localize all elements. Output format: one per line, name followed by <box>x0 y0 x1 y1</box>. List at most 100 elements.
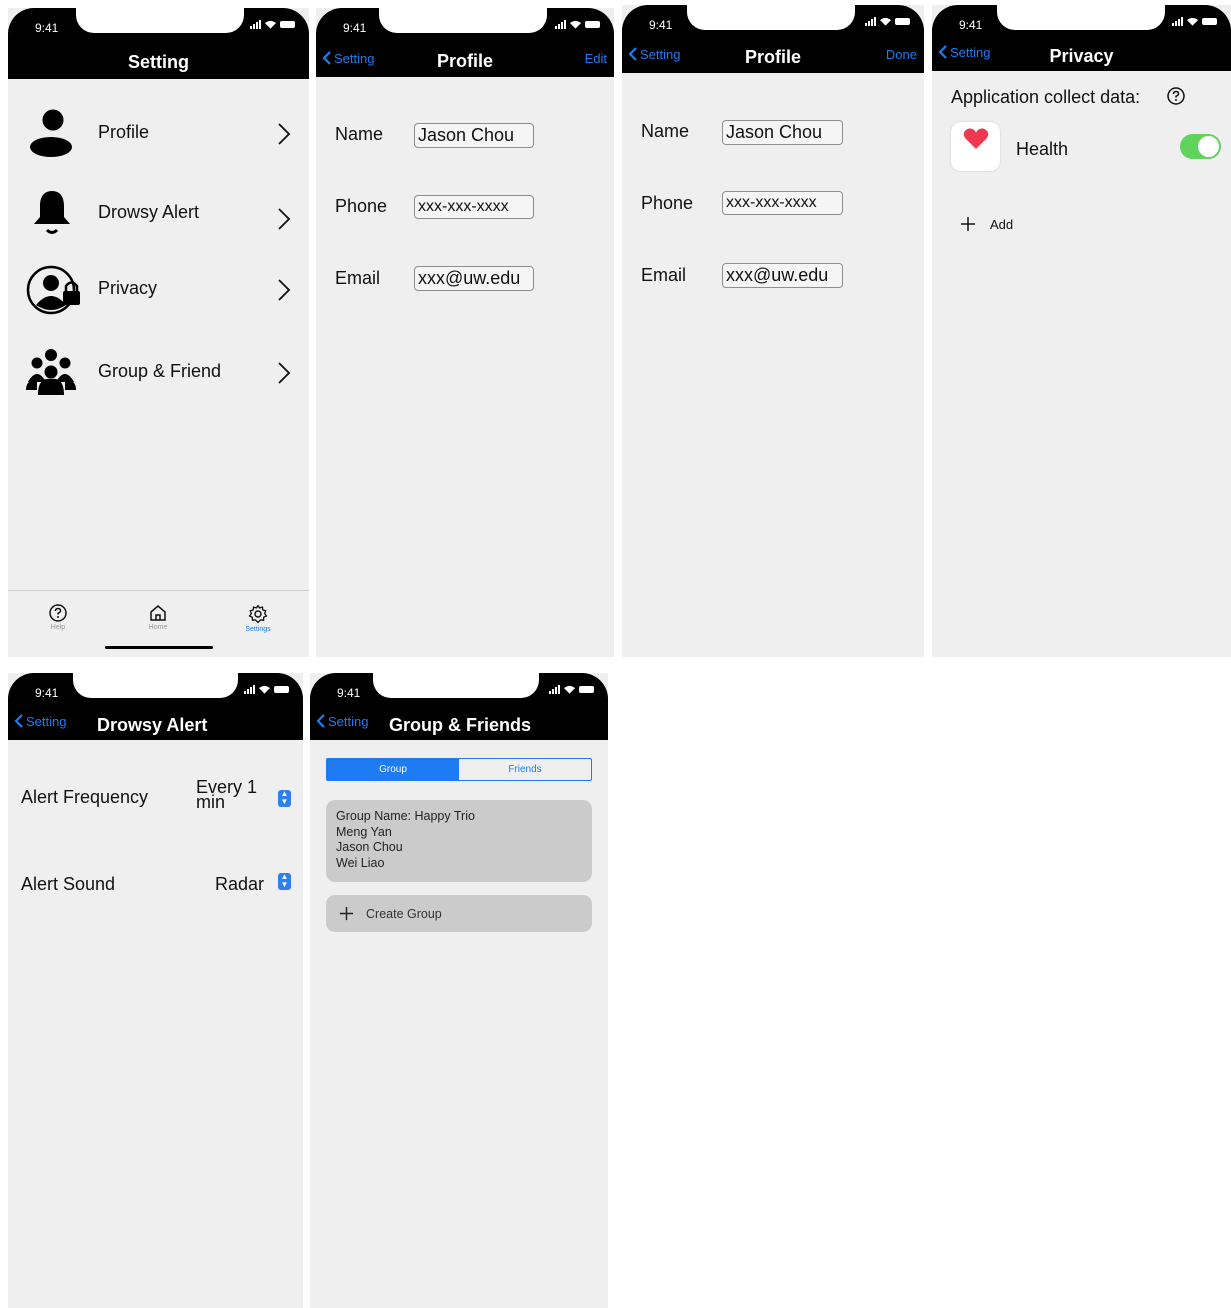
battery-icon <box>585 21 600 28</box>
alert-frequency-value[interactable]: Every 1 min <box>196 778 257 812</box>
chevron-right-icon <box>278 279 291 301</box>
back-label: Setting <box>26 713 67 729</box>
settings-screen: 9:41 Setting Profile Drowsy Alert Privac… <box>8 8 309 657</box>
status-icons <box>549 685 594 694</box>
back-button[interactable]: Setting <box>316 713 368 729</box>
wifi-icon <box>259 685 270 694</box>
device-notch <box>997 5 1165 30</box>
group-name: Group Name: Happy Trio <box>336 809 475 823</box>
frequency-stepper[interactable]: ▲ ▼ <box>278 790 291 807</box>
battery-icon <box>895 18 910 25</box>
back-button[interactable]: Setting <box>14 713 66 729</box>
name-field[interactable]: Jason Chou <box>414 123 534 148</box>
chevron-left-icon <box>14 714 23 728</box>
device-notch <box>687 5 855 30</box>
status-icons <box>244 685 289 694</box>
page-title: Privacy <box>1049 46 1114 66</box>
wifi-icon <box>265 20 276 29</box>
group-card[interactable]: Group Name: Happy Trio Meng Yan Jason Ch… <box>326 800 592 882</box>
tab-friends[interactable]: Friends <box>459 759 591 780</box>
device-notch <box>379 8 547 33</box>
alert-frequency-label: Alert Frequency <box>21 787 149 807</box>
phone-label: Phone <box>641 193 694 213</box>
home-indicator <box>105 646 213 649</box>
help-icon[interactable] <box>1167 87 1185 105</box>
menu-item-label: Drowsy Alert <box>98 202 200 222</box>
sound-stepper[interactable]: ▲ ▼ <box>278 873 291 890</box>
menu-item-label: Profile <box>98 122 150 142</box>
signal-icon <box>1172 17 1183 26</box>
phone-field[interactable]: xxx-xxx-xxxx <box>722 191 843 215</box>
signal-icon <box>250 20 261 29</box>
heart-icon <box>963 128 989 149</box>
create-group-button[interactable]: Create Group <box>326 895 592 932</box>
tab-label: Home <box>148 624 168 631</box>
name-field[interactable]: Jason Chou <box>722 120 843 145</box>
tab-label: Settings <box>245 626 271 633</box>
page-title: Drowsy Alert <box>97 715 208 735</box>
nav-header: 9:41 Setting Drowsy Alert <box>8 673 303 740</box>
gear-icon <box>248 604 268 624</box>
wifi-icon <box>1187 17 1198 26</box>
done-button[interactable]: Done <box>886 47 917 62</box>
users-group-icon <box>26 349 76 395</box>
status-icons <box>1172 17 1217 26</box>
signal-icon <box>865 17 876 26</box>
email-label: Email <box>641 265 687 285</box>
phone-field[interactable]: xxx-xxx-xxxx <box>414 195 534 219</box>
chevron-right-icon <box>278 362 291 384</box>
nav-header: 9:41 Setting Profile Done <box>622 5 924 73</box>
email-field[interactable]: xxx@uw.edu <box>414 266 534 291</box>
tab-label: Help <box>50 624 66 631</box>
status-icons <box>865 17 910 26</box>
tab-home[interactable]: Home <box>138 604 178 631</box>
name-label: Name <box>641 121 690 141</box>
wifi-icon <box>570 20 581 29</box>
chevron-right-icon <box>278 208 291 230</box>
frequency-value-line2: min <box>196 792 226 812</box>
status-time: 9:41 <box>343 21 367 35</box>
tab-help[interactable]: Help <box>38 604 78 631</box>
drowsy-alert-screen: 9:41 Setting Drowsy Alert Alert Frequenc… <box>8 673 303 1308</box>
alert-sound-label: Alert Sound <box>21 874 116 894</box>
edit-button[interactable]: Edit <box>585 51 607 66</box>
status-time: 9:41 <box>959 18 983 32</box>
device-notch <box>73 673 238 698</box>
nav-header: 9:41 Setting Privacy <box>932 5 1231 71</box>
plus-icon <box>961 217 975 231</box>
battery-icon <box>280 21 295 28</box>
tab-settings[interactable]: Settings <box>238 604 278 633</box>
toggle-knob <box>1198 136 1219 157</box>
status-icons <box>250 20 295 29</box>
group-friends-screen: 9:41 Setting Group & Friends Group Frien… <box>310 673 608 1308</box>
status-time: 9:41 <box>35 21 59 35</box>
device-notch <box>373 673 539 698</box>
battery-icon <box>1202 18 1217 25</box>
device-notch <box>76 8 244 33</box>
status-icons <box>555 20 600 29</box>
signal-icon <box>549 685 560 694</box>
status-time: 9:41 <box>35 686 59 700</box>
alert-sound-value[interactable]: Radar <box>215 874 264 895</box>
page-title: Setting <box>128 52 189 72</box>
collect-data-heading: Application collect data: <box>951 87 1141 107</box>
add-button[interactable]: Add <box>960 216 1013 232</box>
page-title: Profile <box>744 47 801 67</box>
profile-screen: 9:41 Setting Profile Edit Name Jason Cho… <box>316 8 614 657</box>
signal-icon <box>244 685 255 694</box>
nav-header: 9:41 Setting Group & Friends <box>310 673 608 740</box>
person-icon <box>30 109 72 157</box>
nav-header: 9:41 Setting <box>8 8 309 79</box>
group-member: Jason Chou <box>336 840 403 855</box>
health-label: Health <box>1016 139 1069 159</box>
tab-group[interactable]: Group <box>327 759 459 780</box>
status-time: 9:41 <box>337 686 361 700</box>
back-label: Setting <box>328 713 369 729</box>
add-label: Add <box>990 216 1014 232</box>
status-time: 9:41 <box>649 18 673 32</box>
email-field[interactable]: xxx@uw.edu <box>722 263 843 288</box>
health-toggle[interactable] <box>1180 134 1221 159</box>
email-label: Email <box>335 268 381 288</box>
segmented-control: Group Friends <box>326 758 592 781</box>
chevron-right-icon <box>278 123 291 145</box>
